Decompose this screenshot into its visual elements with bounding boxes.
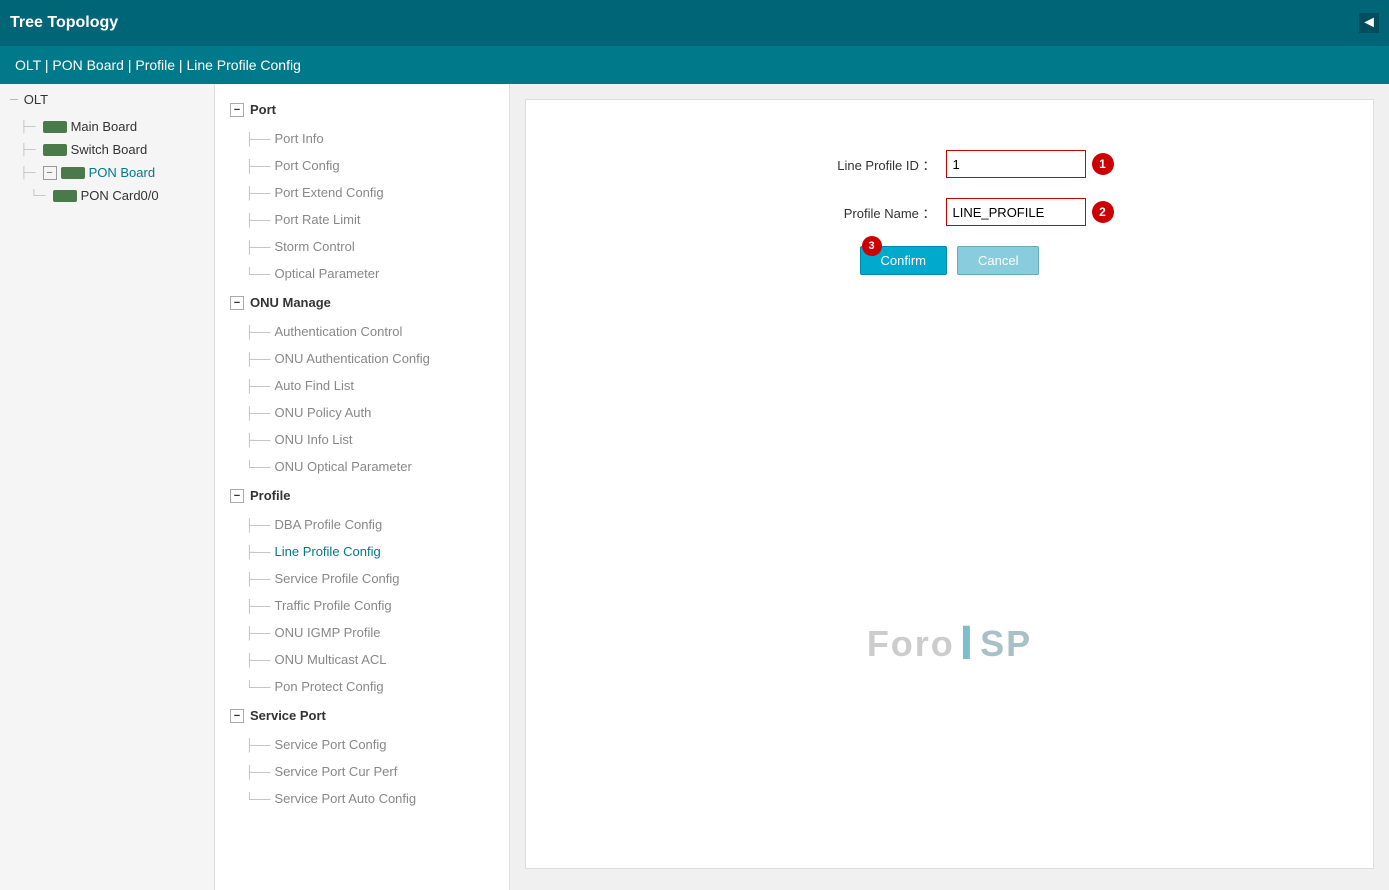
switch-board-icon <box>43 144 67 156</box>
pon-board-expand[interactable]: − <box>43 166 57 180</box>
menu-onu-igmp-profile[interactable]: ├── ONU IGMP Profile <box>215 619 509 646</box>
sidebar-item-pon-board[interactable]: ├─ − PON Board <box>0 161 214 184</box>
menu-auto-find-list[interactable]: ├── Auto Find List <box>215 372 509 399</box>
menu-dba-profile-config[interactable]: ├── DBA Profile Config <box>215 511 509 538</box>
service-port-section-label: Service Port <box>250 708 326 723</box>
app-title: Tree Topology <box>10 14 118 32</box>
section-profile[interactable]: − Profile <box>215 480 509 511</box>
onu-manage-expand-icon[interactable]: − <box>230 296 244 310</box>
sidebar-item-switch-board[interactable]: ├─ Switch Board <box>0 138 214 161</box>
port-section-label: Port <box>250 102 276 117</box>
pon-card-label: PON Card0/0 <box>81 188 159 203</box>
cancel-button[interactable]: Cancel <box>957 246 1039 275</box>
menu-port-extend-config[interactable]: ├── Port Extend Config <box>215 179 509 206</box>
section-port[interactable]: − Port <box>215 94 509 125</box>
line-profile-form: Line Profile ID ： 1 Profile Name ： 2 Con… <box>556 150 1343 275</box>
olt-label: OLT <box>24 92 48 107</box>
menu-pon-protect-config[interactable]: └── Pon Protect Config <box>215 673 509 700</box>
menu-onu-policy-auth[interactable]: ├── ONU Policy Auth <box>215 399 509 426</box>
content-panel: Line Profile ID ： 1 Profile Name ： 2 Con… <box>525 99 1374 869</box>
menu-onu-authentication-config[interactable]: ├── ONU Authentication Config <box>215 345 509 372</box>
port-items: ├── Port Info ├── Port Config ├── Port E… <box>215 125 509 287</box>
main-board-icon <box>43 121 67 133</box>
sidebar-item-pon-card[interactable]: └─ PON Card0/0 <box>0 184 214 207</box>
profile-section-label: Profile <box>250 488 290 503</box>
main-board-label: Main Board <box>71 119 137 134</box>
profile-name-label: Profile Name ： <box>786 203 946 222</box>
line-profile-id-input[interactable] <box>946 150 1086 178</box>
badge-3: 3 <box>862 236 882 256</box>
menu-storm-control[interactable]: ├── Storm Control <box>215 233 509 260</box>
onu-manage-section-label: ONU Manage <box>250 295 331 310</box>
breadcrumb: OLT | PON Board | Profile | Line Profile… <box>0 46 1389 84</box>
middle-menu: − Port ├── Port Info ├── Port Config ├──… <box>215 84 510 890</box>
sidebar-item-main-board[interactable]: ├─ Main Board <box>0 115 214 138</box>
button-row: Confirm 3 Cancel <box>556 246 1343 275</box>
pon-card-icon <box>53 190 77 202</box>
line-profile-id-label: Line Profile ID ： <box>786 155 946 174</box>
main-content: Line Profile ID ： 1 Profile Name ： 2 Con… <box>510 84 1389 890</box>
menu-onu-info-list[interactable]: ├── ONU Info List <box>215 426 509 453</box>
service-port-expand-icon[interactable]: − <box>230 709 244 723</box>
menu-authentication-control[interactable]: ├── Authentication Control <box>215 318 509 345</box>
profile-name-row: Profile Name ： 2 <box>556 198 1343 226</box>
menu-traffic-profile-config[interactable]: ├── Traffic Profile Config <box>215 592 509 619</box>
app-header: Tree Topology ◄ <box>0 0 1389 46</box>
profile-expand-icon[interactable]: − <box>230 489 244 503</box>
badge-1: 1 <box>1092 153 1114 175</box>
service-port-items: ├── Service Port Config ├── Service Port… <box>215 731 509 812</box>
menu-line-profile-config[interactable]: ├── Line Profile Config <box>215 538 509 565</box>
onu-manage-items: ├── Authentication Control ├── ONU Authe… <box>215 318 509 480</box>
profile-name-input[interactable] <box>946 198 1086 226</box>
switch-board-label: Switch Board <box>71 142 148 157</box>
pon-board-icon <box>61 167 85 179</box>
menu-port-rate-limit[interactable]: ├── Port Rate Limit <box>215 206 509 233</box>
line-profile-id-row: Line Profile ID ： 1 <box>556 150 1343 178</box>
menu-onu-optical-parameter[interactable]: └── ONU Optical Parameter <box>215 453 509 480</box>
sidebar-item-olt[interactable]: ─ OLT <box>0 84 214 115</box>
port-expand-icon[interactable]: − <box>230 103 244 117</box>
menu-port-config[interactable]: ├── Port Config <box>215 152 509 179</box>
section-onu-manage[interactable]: − ONU Manage <box>215 287 509 318</box>
collapse-button[interactable]: ◄ <box>1359 13 1379 33</box>
sidebar-tree: ─ OLT ├─ Main Board ├─ Switch Board ├─ −… <box>0 84 215 890</box>
menu-port-info[interactable]: ├── Port Info <box>215 125 509 152</box>
badge-2: 2 <box>1092 201 1114 223</box>
section-service-port[interactable]: − Service Port <box>215 700 509 731</box>
menu-optical-parameter[interactable]: └── Optical Parameter <box>215 260 509 287</box>
menu-service-port-auto-config[interactable]: └── Service Port Auto Config <box>215 785 509 812</box>
menu-service-profile-config[interactable]: ├── Service Profile Config <box>215 565 509 592</box>
profile-items: ├── DBA Profile Config ├── Line Profile … <box>215 511 509 700</box>
pon-board-label: PON Board <box>89 165 155 180</box>
menu-onu-multicast-acl[interactable]: ├── ONU Multicast ACL <box>215 646 509 673</box>
menu-service-port-cur-perf[interactable]: ├── Service Port Cur Perf <box>215 758 509 785</box>
menu-service-port-config[interactable]: ├── Service Port Config <box>215 731 509 758</box>
watermark: ForoISP <box>867 620 1032 668</box>
